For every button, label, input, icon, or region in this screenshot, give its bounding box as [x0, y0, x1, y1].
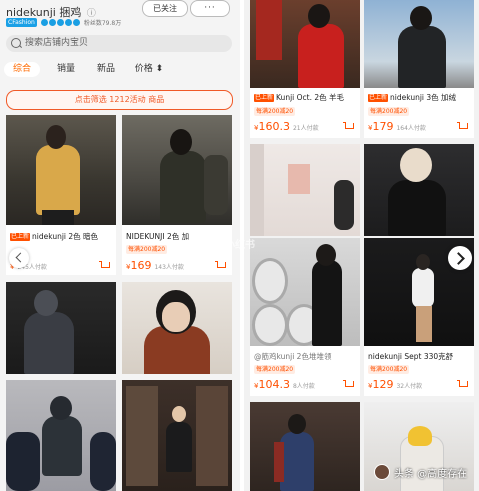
product-title: nidekunji Sept 330克舒 [368, 352, 454, 361]
chevron-right-icon[interactable] [448, 246, 472, 270]
product-card[interactable] [6, 380, 116, 491]
promo-tag: 每满200减20 [254, 107, 296, 116]
cart-icon[interactable] [343, 380, 354, 388]
product-photo[interactable] [250, 238, 360, 346]
chevron-left-icon[interactable] [9, 248, 29, 268]
shop-meta: CFashion 粉丝数79.8万 [6, 17, 121, 27]
product-card[interactable] [250, 144, 360, 236]
product-photo[interactable] [250, 402, 360, 491]
brand-tag: 已上新 [368, 94, 389, 102]
product-card[interactable]: @筋鸡kunji 2色堆堆领 每满200减20 ¥104.3 8人付款 [250, 238, 360, 396]
product-photo[interactable] [6, 115, 116, 225]
brand-tag: 已上新 [254, 94, 275, 102]
product-card[interactable] [364, 144, 474, 236]
promo-tag: 每满200减20 [368, 107, 410, 116]
product-photo[interactable] [250, 144, 360, 236]
tab-new[interactable]: 新品 [94, 62, 118, 77]
product-card[interactable] [122, 282, 232, 374]
product-photo[interactable] [6, 282, 116, 374]
product-card[interactable]: 已上新 nidekunji 3色 加绒 每满200减20 ¥179 164人付款 [364, 0, 474, 138]
follow-button[interactable]: 已关注 [142, 0, 188, 17]
product-title: 已上新 nidekunji 2色 暗色 [10, 232, 99, 241]
brand-tag: 已上新 [10, 233, 31, 241]
product-title: @筋鸡kunji 2色堆堆领 [254, 352, 332, 361]
crown-icon [56, 18, 64, 26]
left-phone-screen: nidekunji 捆鸡 ⓘ CFashion 粉丝数79.8万 已关注 ···… [0, 0, 240, 491]
cart-icon[interactable] [215, 261, 226, 269]
product-card[interactable] [6, 282, 116, 374]
right-phone-screen: 已上新 Kunji Oct. 2色 羊毛 每满200减20 ¥160.3 21人付款… [244, 0, 479, 491]
search-icon [11, 38, 21, 48]
more-button[interactable]: ··· [190, 0, 230, 17]
cart-icon[interactable] [343, 122, 354, 130]
fashion-badge: CFashion [6, 17, 37, 27]
filter-banner-button[interactable]: 点击筛选 1212活动 商品 [6, 90, 233, 110]
crown-rating-icons [40, 18, 80, 26]
cart-icon[interactable] [457, 380, 468, 388]
product-title: NIDEKUNJI 2色 加 [126, 232, 190, 241]
search-placeholder: 搜索店铺内宝贝 [25, 38, 89, 48]
crown-icon [72, 18, 80, 26]
product-photo[interactable] [122, 380, 232, 491]
product-photo[interactable] [122, 282, 232, 374]
promo-tag: 每满200减20 [368, 365, 410, 374]
product-photo[interactable] [122, 115, 232, 225]
product-card[interactable] [122, 380, 232, 491]
product-photo[interactable] [364, 0, 474, 88]
cart-icon[interactable] [457, 122, 468, 130]
product-photo[interactable] [364, 144, 474, 236]
tab-sales[interactable]: 销量 [54, 62, 78, 77]
product-price: ¥160.3 21人付款 [254, 120, 319, 133]
product-card[interactable] [250, 402, 360, 491]
product-price: ¥169 143人付款 [126, 259, 184, 272]
promo-tag: 每满200减20 [254, 365, 296, 374]
tab-comprehensive[interactable]: 综合 [4, 62, 40, 77]
product-price: ¥129 32人付款 [368, 378, 423, 391]
crown-icon [64, 18, 72, 26]
product-card[interactable]: 已上新 Kunji Oct. 2色 羊毛 每满200减20 ¥160.3 21人付款 [250, 0, 360, 138]
avatar [374, 464, 390, 480]
product-title: 已上新 nidekunji 3色 加绒 [368, 93, 457, 102]
watermark: 头条 @高度存在 [374, 464, 467, 480]
watermark-overlay: 小红书 [225, 240, 255, 251]
product-price: ¥104.3 8人付款 [254, 378, 315, 391]
crown-icon [48, 18, 56, 26]
watermark-text: 头条 @高度存在 [394, 468, 468, 480]
product-card[interactable]: NIDEKUNJI 2色 加 每满200减20 ¥169 143人付款 [122, 115, 232, 275]
cart-icon[interactable] [99, 261, 110, 269]
sort-tabs: 综合 销量 新品 价格 ⬍ [4, 62, 236, 78]
search-input[interactable]: 搜索店铺内宝贝 [6, 35, 232, 52]
product-title: 已上新 Kunji Oct. 2色 羊毛 [254, 93, 345, 102]
product-photo[interactable] [250, 0, 360, 88]
crown-icon [40, 18, 48, 26]
product-photo[interactable] [6, 380, 116, 491]
product-price: ¥179 164人付款 [368, 120, 426, 133]
tab-price[interactable]: 价格 ⬍ [132, 62, 166, 77]
fans-count: 粉丝数79.8万 [83, 19, 122, 27]
promo-tag: 每满200减20 [126, 245, 168, 254]
